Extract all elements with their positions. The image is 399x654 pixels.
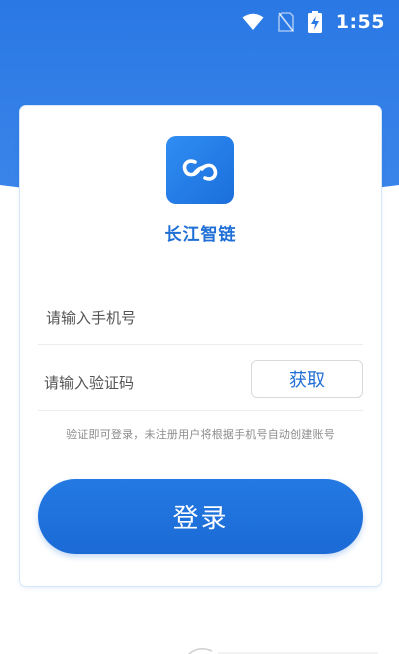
wifi-icon: [242, 13, 264, 31]
login-card: 长江智链 获取 验证即可登录，未注册用户将根据手机号自动创建账号 登录: [20, 106, 381, 586]
status-bar: 1:55: [0, 0, 399, 44]
phone-input[interactable]: [44, 292, 348, 344]
bottom-decoration: [178, 640, 378, 654]
link-logo-icon: [166, 136, 234, 204]
verification-code-input[interactable]: [42, 356, 246, 410]
get-code-button[interactable]: 获取: [251, 360, 363, 398]
login-hint-text: 验证即可登录，未注册用户将根据手机号自动创建账号: [66, 428, 335, 441]
code-field-row: 获取: [38, 356, 363, 411]
login-button[interactable]: 登录: [38, 479, 363, 554]
battery-charging-icon: [307, 11, 322, 33]
phone-field-row: [38, 292, 363, 345]
brand-name: 长江智链: [164, 225, 237, 245]
status-time: 1:55: [335, 11, 385, 33]
no-sim-icon: [277, 12, 294, 32]
